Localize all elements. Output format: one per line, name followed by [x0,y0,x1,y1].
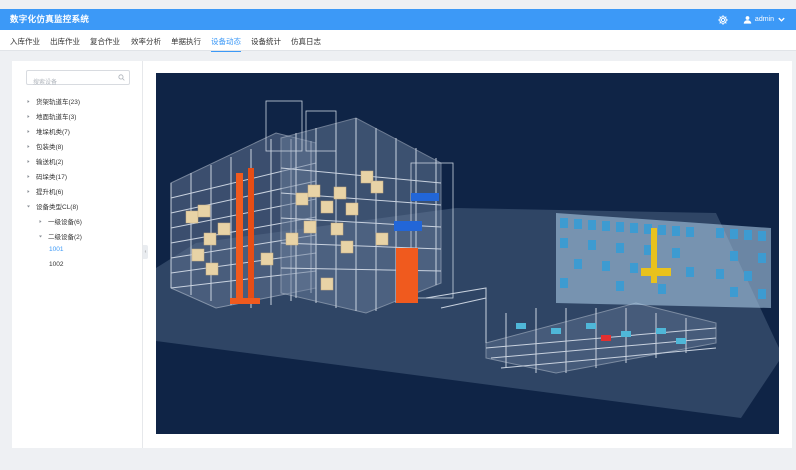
device-sidebar: 货架轨道车(23) 地面轨道车(3) 堆垛机类(7) 包装类(8) 输送机(2)… [12,61,143,448]
tree-item-packaging[interactable]: 包装类(8) [26,141,63,151]
caret-right-icon [27,99,30,103]
tree-item-device-1001[interactable]: 1001 [49,246,63,253]
user-icon [743,16,752,24]
caret-down-icon [39,235,42,237]
stacker-base [230,298,260,304]
tab-device-status[interactable]: 设备动态 [211,36,241,52]
search-box [26,70,130,90]
search-input[interactable] [27,76,115,90]
hoist-blue [394,221,422,231]
tree-item-label: 货架轨道车(23) [36,99,81,106]
gear-icon[interactable] [717,14,729,26]
tree-item-label: 地面轨道车(3) [36,114,77,121]
caret-right-icon [27,144,30,148]
conveyor-red-item [601,335,611,341]
tree-item-palletizer[interactable]: 码垛类(17) [26,171,67,181]
search-icon[interactable] [118,74,125,81]
app-header: 数字化仿真监控系统 admin [0,9,796,30]
caret-down-icon [27,205,30,207]
caret-right-icon [27,159,30,163]
tree-item-stacker[interactable]: 堆垛机类(7) [26,126,70,136]
caret-right-icon [27,189,30,193]
rack-blue-tag [411,193,439,201]
tab-composite[interactable]: 复合作业 [90,36,120,47]
app-title: 数字化仿真监控系统 [10,14,90,24]
tree-item-label: 包装类(8) [36,144,64,151]
hoist-orange [396,248,418,303]
tree-item-label: 一级设备(6) [48,219,82,226]
tree-item-shelf-rail-car[interactable]: 货架轨道车(23) [26,96,80,106]
caret-right-icon [27,174,30,178]
tab-orders[interactable]: 单据执行 [171,36,201,47]
user-name: admin [754,16,774,23]
tree-item-device-type-cl[interactable]: 设备类型CL(8) [26,201,78,211]
sidebar-collapse-handle[interactable]: ‹ [143,245,148,259]
tab-efficiency[interactable]: 效率分析 [131,36,161,47]
tree-item-ground-rail-car[interactable]: 地面轨道车(3) [26,111,76,121]
tree-item-label: 二级设备(2) [48,234,82,241]
stacker-crane-orange-2 [248,168,254,303]
chevron-down-icon [778,17,785,22]
main-nav: 入库作业 出库作业 复合作业 效率分析 单据执行 设备动态 设备统计 仿真日志 [0,30,796,52]
tab-device-stats[interactable]: 设备统计 [251,36,281,47]
tree-item-label: 提升机(6) [36,189,64,196]
tree-item-label: 堆垛机类(7) [36,129,70,136]
tree-item-label: 1002 [49,261,64,268]
caret-right-icon [27,114,30,118]
stacker-yellow-base [641,268,671,276]
tree-item-label: 输送机(2) [36,159,64,166]
tab-sim-log[interactable]: 仿真日志 [291,36,321,47]
warehouse-scene-graphic [156,100,779,418]
caret-right-icon [39,219,42,223]
user-menu[interactable]: admin [743,15,786,24]
warehouse-3d-view[interactable] [156,73,779,434]
tree-item-device-1002[interactable]: 1002 [49,261,63,268]
tree-item-label: 码垛类(17) [36,174,68,181]
caret-right-icon [27,129,30,133]
tree-item-level1-device[interactable]: 一级设备(6) [38,216,82,226]
tab-inbound[interactable]: 入库作业 [10,36,40,47]
tree-item-hoist[interactable]: 提升机(6) [26,186,63,196]
header-actions: admin [717,12,786,27]
tree-item-conveyor[interactable]: 输送机(2) [26,156,63,166]
tree-item-label: 设备类型CL(8) [36,204,79,211]
tab-outbound[interactable]: 出库作业 [50,36,80,47]
stacker-crane-orange [236,173,243,303]
tree-item-label: 1001 [49,246,64,253]
tree-item-level2-device[interactable]: 二级设备(2) [38,231,82,241]
